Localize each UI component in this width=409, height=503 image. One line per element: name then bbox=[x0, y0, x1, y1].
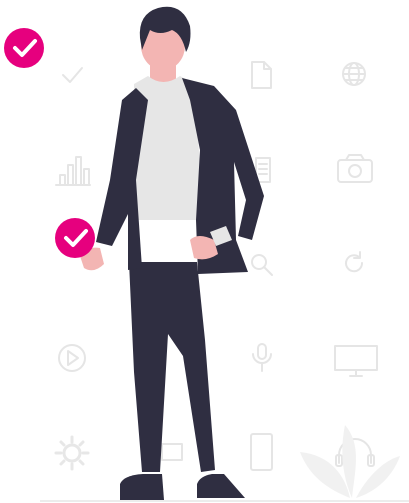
check-badge-hand bbox=[55, 218, 95, 258]
search-icon bbox=[251, 254, 273, 276]
smartphone-icon bbox=[250, 433, 273, 471]
illustration-canvas bbox=[0, 0, 409, 503]
right-shoe bbox=[197, 474, 245, 498]
refresh-icon bbox=[345, 251, 364, 273]
check-badge-top-left bbox=[4, 28, 44, 68]
bar-chart-icon bbox=[55, 156, 91, 186]
monitor-icon bbox=[334, 345, 378, 377]
microphone-icon bbox=[252, 343, 272, 372]
media-icon bbox=[161, 443, 183, 461]
settings-gear-icon bbox=[54, 435, 90, 471]
play-icon bbox=[58, 344, 86, 372]
leaf-decoration bbox=[300, 425, 400, 498]
document-icon bbox=[251, 61, 272, 89]
checkmark-icon bbox=[62, 67, 83, 83]
globe-icon bbox=[342, 62, 366, 86]
camera-icon bbox=[337, 154, 373, 183]
trousers bbox=[129, 262, 215, 472]
person-figure bbox=[80, 6, 264, 500]
person-with-icons-illustration bbox=[4, 6, 409, 502]
left-shoe bbox=[120, 474, 164, 500]
